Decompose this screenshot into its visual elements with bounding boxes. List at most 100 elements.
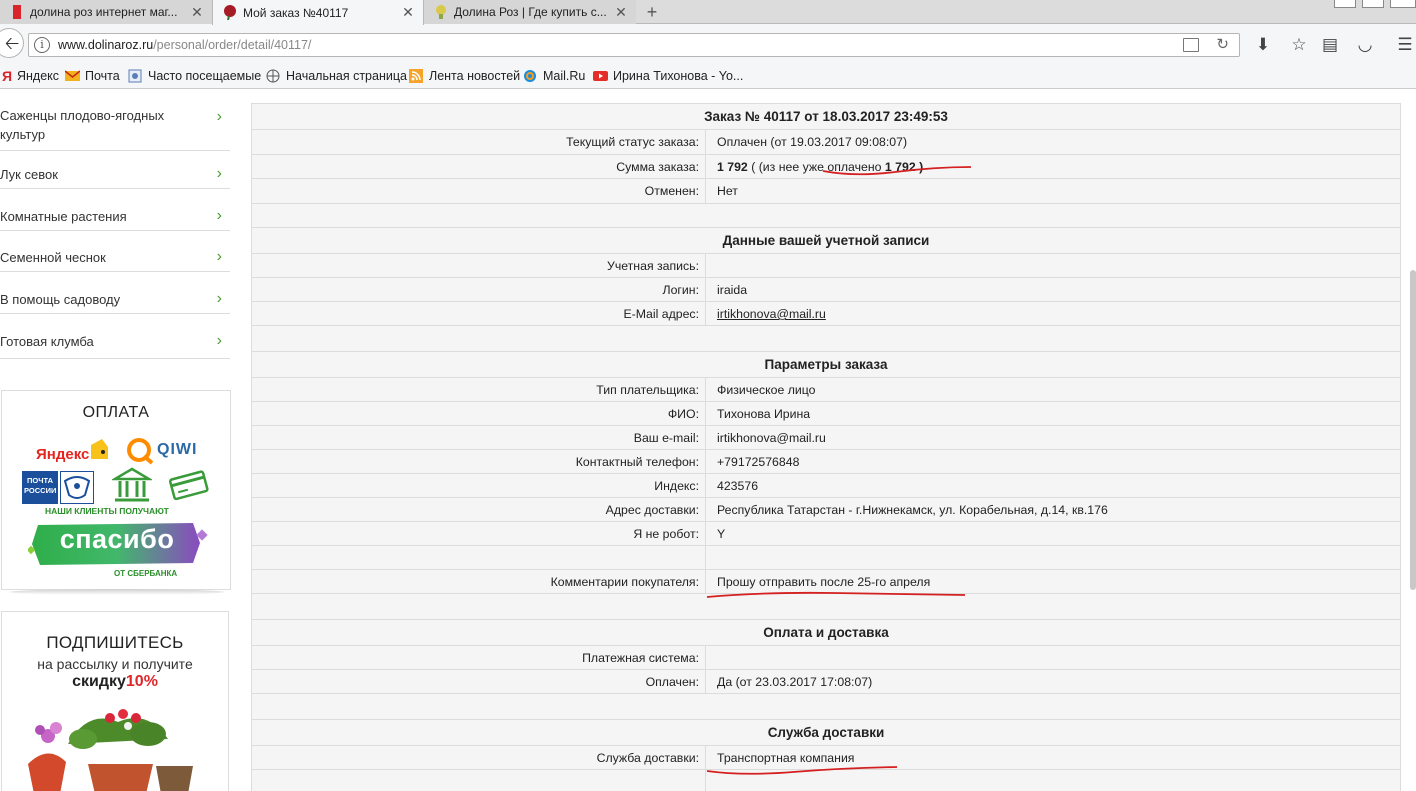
canceled-label: Отменен: [252,179,706,203]
bookmark-start-page[interactable]: Начальная страница [266,69,407,83]
phone-value: +79172576848 [717,455,800,469]
payment-methods-banner[interactable]: ОПЛАТА Яндекс QIWI ПОЧТА РОССИИ НАШИ КЛИ… [1,390,231,590]
bank-cards-icon [168,470,209,501]
params-section-title: Параметры заказа [764,357,888,372]
spacer-row [252,204,1400,228]
bookmark-mailru[interactable]: Mail.Ru [523,69,585,83]
chevron-right-icon: › [216,332,222,349]
reload-icon[interactable]: ↻ [1216,35,1229,53]
payer-type-label: Тип плательщика: [252,378,706,401]
chevron-right-icon: › [216,248,222,265]
new-tab-button[interactable]: + [640,1,664,23]
delivery-label: Служба доставки: [252,746,706,769]
phone-label: Контактный телефон: [252,450,706,473]
bookmark-pochta[interactable]: Почта [65,69,120,83]
downloads-icon[interactable]: ⬇ [1253,36,1273,54]
empty-label [252,770,706,791]
back-button[interactable]: 🡠 [0,28,24,58]
robot-value: Y [717,527,726,541]
payment-title: ОПЛАТА [82,404,150,421]
sidebar-item-seed-garlic[interactable]: Семенной чеснок › [0,248,230,272]
sidebar-item-fruit-seedlings[interactable]: Саженцы плодово-ягодных культур › [0,105,230,151]
bookmark-frequent[interactable]: Часто посещаемые [128,69,261,83]
tab-title: долина роз интернет маг... [30,5,178,19]
canceled-value: Нет [717,184,738,198]
sidebar-item-label: Комнатные растения [0,209,127,224]
sidebar-item-onion-sets[interactable]: Лук севок › [0,165,230,189]
address-label: Адрес доставки: [252,498,706,521]
robot-row: Я не робот: Y [252,522,1400,546]
flowers-pots-image [28,704,206,791]
subscribe-subtitle: на рассылку и получите [37,656,193,672]
site-favicon-icon [436,5,446,19]
page-scrollbar[interactable] [1410,270,1416,590]
bookmarks-toolbar: Я Яндекс Почта Часто посещаемые Начальна… [0,65,1416,89]
chevron-right-icon: › [216,207,222,224]
mailru-icon [524,70,536,82]
login-label: Логин: [252,278,706,301]
sidebar-item-houseplants[interactable]: Комнатные растения › [0,207,230,231]
bookmark-youtube[interactable]: Ирина Тихонова - Yo... [593,69,743,83]
yandex-money-icon [91,439,108,459]
sidebar-item-ready-flowerbed[interactable]: Готовая клумба › [0,332,230,359]
status-value: Оплачен (от 19.03.2017 09:08:07) [717,135,908,149]
minimize-button[interactable] [1334,0,1356,8]
bookmark-label: Mail.Ru [543,69,586,83]
robot-label: Я не робот: [252,522,706,545]
tab-dolina-search[interactable]: долина роз интернет маг... ✕ [0,0,212,24]
reader-view-icon[interactable] [1183,38,1199,52]
bookmark-label: Часто посещаемые [148,69,262,83]
qiwi-icon [127,438,154,465]
back-arrow-icon: 🡠 [4,33,20,53]
empty-label [252,546,706,569]
bookmark-yandex[interactable]: Я Яндекс [2,69,59,83]
pay-system-label: Платежная система: [252,646,706,669]
subscribe-banner[interactable]: ПОДПИШИТЕСЬ на рассылку и получите скидк… [1,611,229,791]
menu-icon[interactable]: ☰ [1395,36,1415,54]
close-tab-icon[interactable]: ✕ [190,4,204,20]
sum-label: Сумма заказа: [252,155,706,178]
sidebar-item-label: Готовая клумба [0,334,94,349]
pocket-icon[interactable]: ◡ [1355,36,1375,54]
tab-title: Долина Роз | Где купить с... [454,5,607,19]
pochta-logo-text: ПОЧТА РОССИИ [24,476,57,495]
subscribe-discount: скидку10% [2,673,228,691]
sidebar-item-label: Саженцы плодово-ягодных культур [0,108,165,142]
address-bar[interactable]: i www.dolinaroz.ru/personal/order/detail… [28,33,1240,57]
tab-my-order[interactable]: Мой заказ №40117 ✕ [212,0,424,25]
navigation-toolbar: 🡠 i www.dolinaroz.ru/personal/order/deta… [0,24,1416,65]
sidebar-item-gardener-help[interactable]: В помощь садоводу › [0,290,230,314]
bank-icon [112,467,152,502]
sidebar-item-label: Семенной чеснок [0,250,106,265]
tab-dolina-where-to-buy[interactable]: Долина Роз | Где купить с... ✕ [424,0,636,24]
close-window-button[interactable] [1390,0,1416,8]
rose-favicon-icon [224,5,236,20]
annotation-underline-paid [822,166,972,176]
bookmark-news[interactable]: Лента новостей [409,69,520,83]
annotation-underline-delivery [706,766,898,775]
maximize-button[interactable] [1362,0,1384,8]
spacer-row [252,326,1400,352]
info-icon[interactable]: i [34,37,50,53]
fio-label: ФИО: [252,402,706,425]
address-row: Адрес доставки: Республика Татарстан - г… [252,498,1400,522]
your-email-label: Ваш e-mail: [252,426,706,449]
sidebar-item-label: Лук севок [0,167,58,182]
bookmark-star-icon[interactable]: ☆ [1289,36,1309,54]
account-row: Учетная запись: [252,254,1400,278]
order-detail-table: Заказ № 40117 от 18.03.2017 23:49:53 Тек… [251,103,1401,791]
email-link[interactable]: irtikhonova@mail.ru [717,302,826,326]
paid-value: Да (от 23.03.2017 17:08:07) [717,675,873,689]
delivery-section-title: Служба доставки [767,725,885,740]
banner-shadow [10,589,224,595]
close-tab-icon[interactable]: ✕ [401,4,415,20]
frequent-icon [128,69,142,83]
fio-value: Тихонова Ирина [717,407,811,421]
sum-amount: 1 792 [717,160,748,174]
library-icon[interactable]: ▤ [1320,36,1340,54]
close-tab-icon[interactable]: ✕ [614,4,628,20]
yandex-logo-text: Яндекс [36,446,90,463]
index-value: 423576 [717,479,759,493]
index-label: Индекс: [252,474,706,497]
paid-label: Оплачен: [252,670,706,693]
